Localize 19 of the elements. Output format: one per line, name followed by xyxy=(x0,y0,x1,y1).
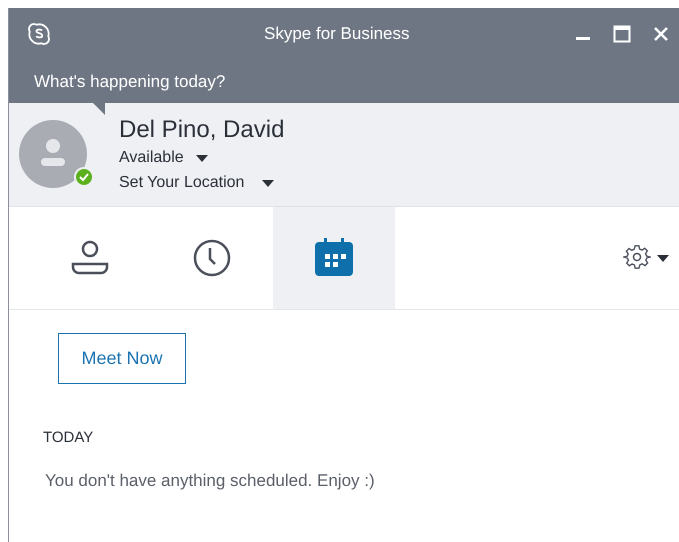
caret-icon xyxy=(657,254,669,262)
caret-icon xyxy=(196,154,208,162)
clock-icon xyxy=(192,238,232,278)
presence-dropdown[interactable]: Available xyxy=(119,146,284,170)
user-name: Del Pino, David xyxy=(119,115,284,145)
window-title: Skype for Business xyxy=(264,23,410,46)
empty-message: You don't have anything scheduled. Enjoy :) xyxy=(45,470,376,492)
section-heading: TODAY xyxy=(43,428,94,448)
close-icon[interactable] xyxy=(653,26,669,42)
location-dropdown[interactable]: Set Your Location xyxy=(119,170,284,196)
note-field[interactable]: What's happening today? xyxy=(9,60,679,103)
skype-logo-icon xyxy=(26,21,52,47)
caret-icon xyxy=(262,180,274,186)
maximize-icon[interactable] xyxy=(613,25,631,43)
calendar-icon xyxy=(314,238,354,278)
gear-icon xyxy=(623,244,651,272)
tab[interactable] xyxy=(273,207,395,309)
avatar-icon xyxy=(19,120,87,188)
meet-now-button[interactable]: Meet Now xyxy=(58,333,186,384)
